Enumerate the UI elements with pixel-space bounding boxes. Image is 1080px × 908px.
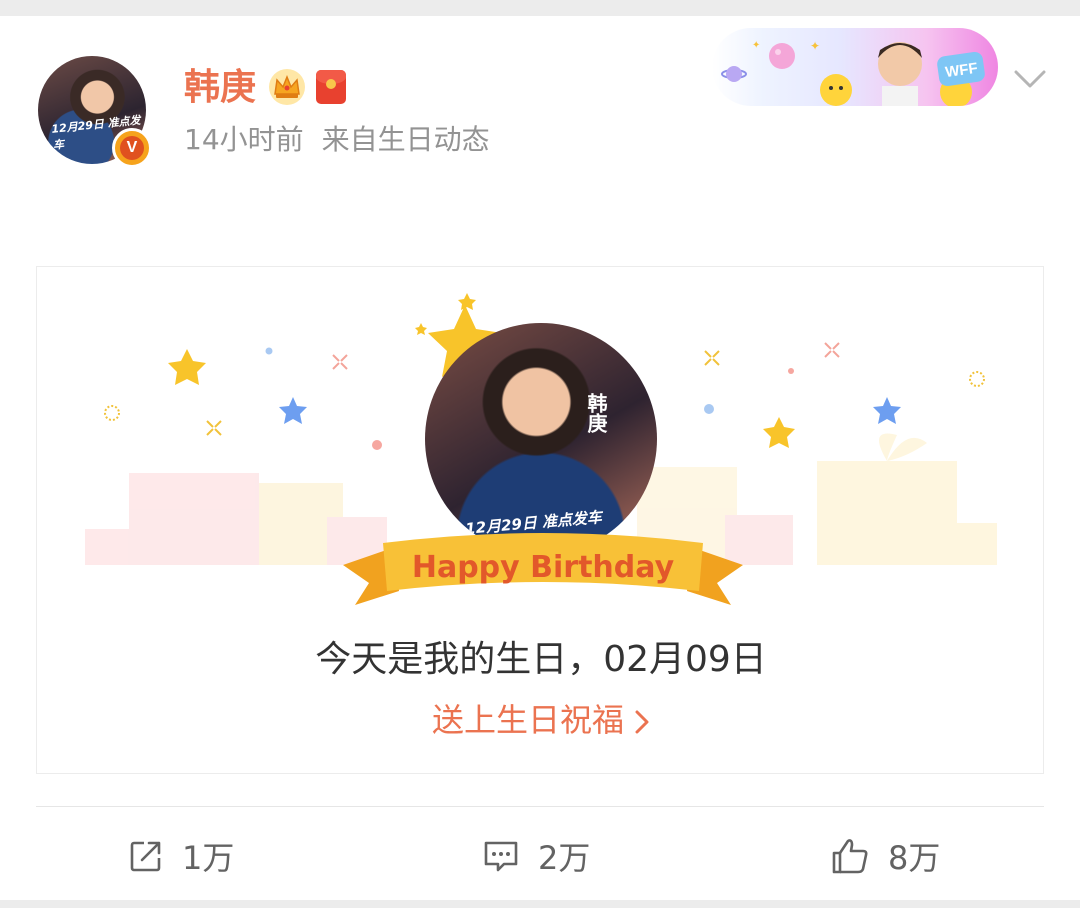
svg-text:✦: ✦: [810, 39, 820, 53]
crown-icon[interactable]: [268, 68, 306, 106]
svg-text:✦: ✦: [752, 40, 760, 51]
share-count: 1万: [182, 839, 235, 877]
divider: [36, 806, 1044, 807]
birthday-avatar: 韩庚 12月29日 准点发车: [425, 323, 657, 555]
decorative-card-banner[interactable]: WFF ✦ ✦: [712, 28, 998, 106]
post-meta: 14小时前 来自生日动态: [184, 120, 490, 160]
avatar[interactable]: 12月29日 准点发车 V: [38, 56, 152, 168]
birthday-message: 今天是我的生日，02月09日: [315, 639, 767, 680]
happy-birthday-ribbon: Happy Birthday: [343, 533, 743, 605]
verified-badge: V: [112, 128, 152, 168]
post-source[interactable]: 来自生日动态: [322, 123, 490, 156]
weibo-post: 12月29日 准点发车 V 韩庚 14小时前 来自生日动态 WFF ✦ ✦ 韩庚…: [0, 16, 1080, 900]
chevron-down-icon[interactable]: [1010, 64, 1050, 92]
like-button[interactable]: 8万: [830, 828, 940, 884]
like-count: 8万: [888, 839, 941, 877]
banner-art: WFF ✦ ✦: [721, 39, 985, 106]
post-time: 14小时前: [184, 123, 304, 156]
comment-icon: [484, 841, 518, 872]
birthday-avatar-vertical-text: 韩庚: [584, 393, 608, 433]
username[interactable]: 韩庚: [184, 66, 256, 110]
send-birthday-wishes-link[interactable]: 送上生日祝福: [37, 695, 1043, 745]
red-packet-icon[interactable]: [316, 70, 346, 104]
send-birthday-wishes-label: 送上生日祝福: [431, 701, 624, 739]
share-icon: [130, 841, 161, 872]
share-button[interactable]: 1万: [128, 828, 234, 884]
chevron-right-icon: [635, 710, 649, 734]
thumbs-up-icon: [832, 839, 868, 874]
comment-button[interactable]: 2万: [482, 828, 590, 884]
comment-count: 2万: [538, 839, 591, 877]
verified-v-icon: V: [120, 136, 144, 160]
ribbon-text: Happy Birthday: [412, 550, 675, 585]
birthday-card[interactable]: 韩庚 12月29日 准点发车 Happy Birthday 今天是我的生日，02…: [36, 266, 1044, 774]
